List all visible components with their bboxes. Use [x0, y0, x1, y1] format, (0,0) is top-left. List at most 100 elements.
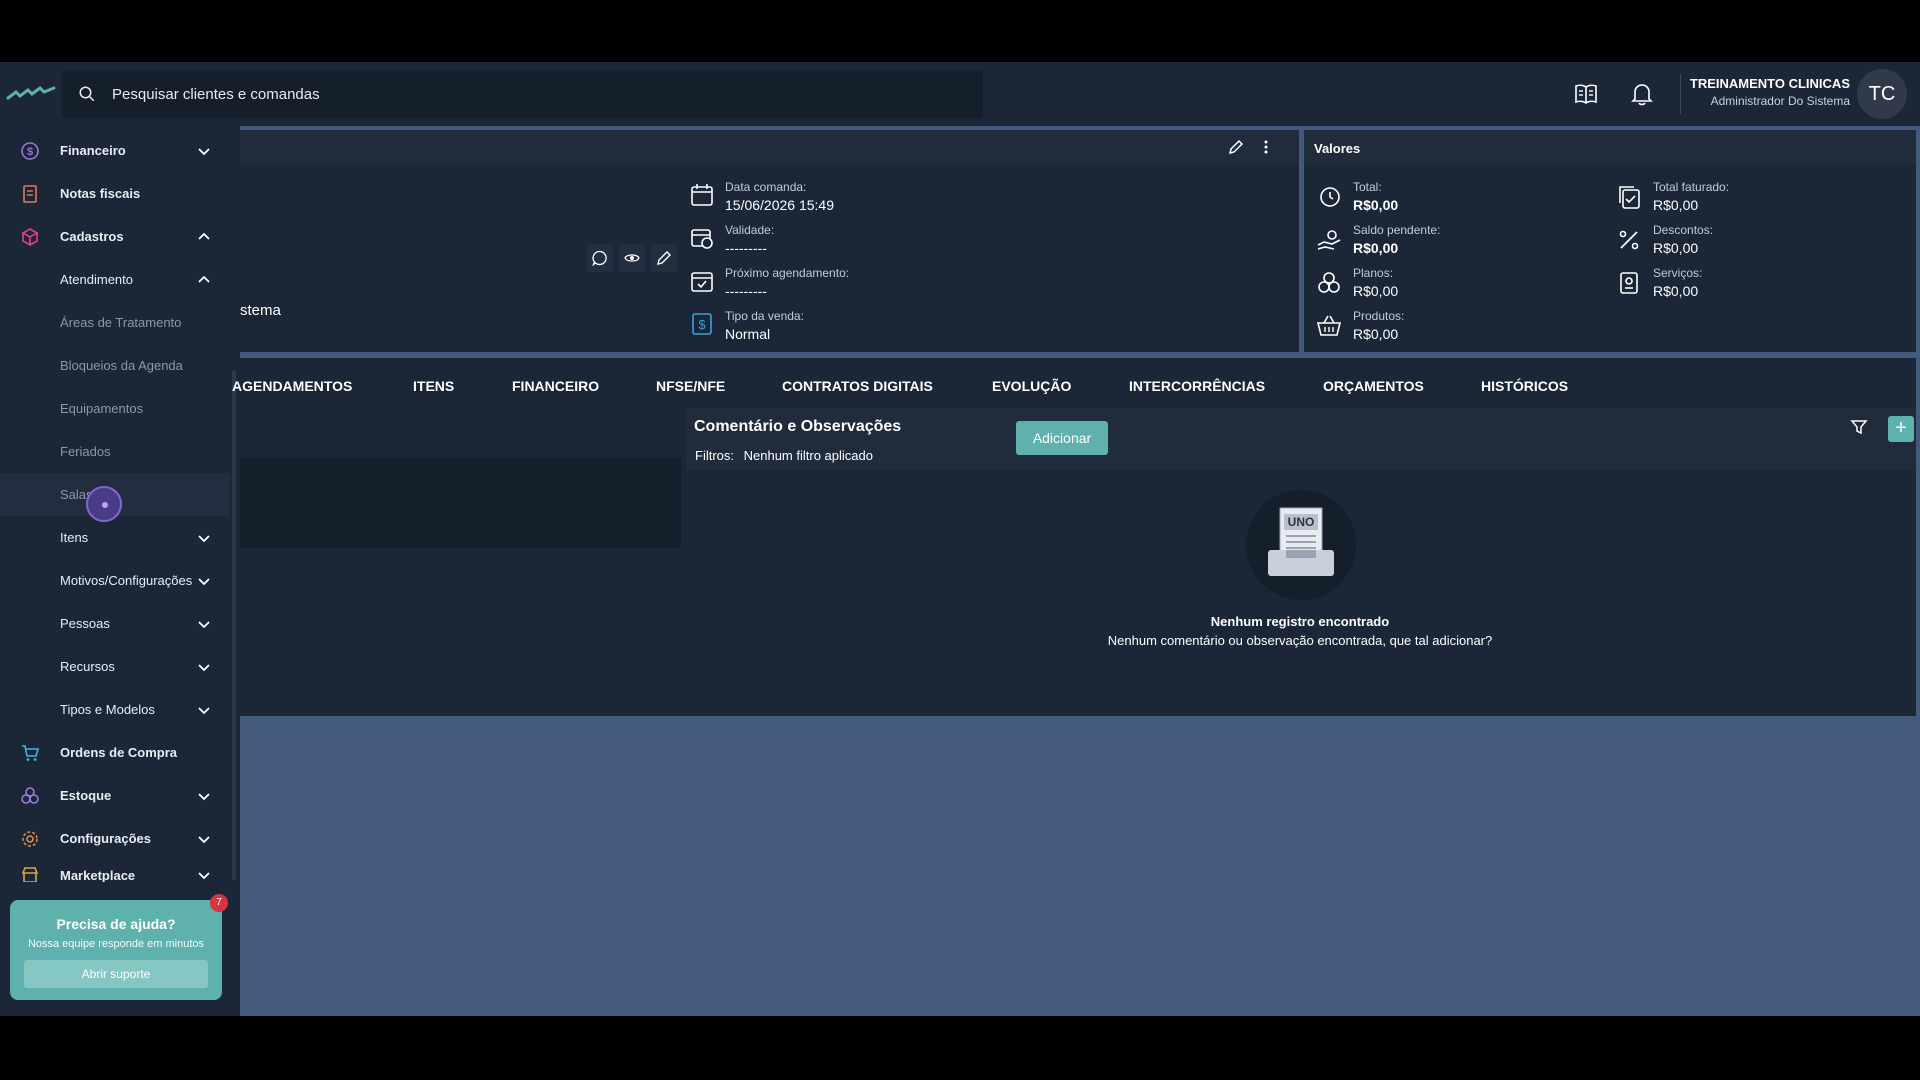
valores-title: Valores	[1314, 141, 1361, 156]
percent-icon	[1619, 230, 1639, 250]
bell-icon	[1631, 84, 1653, 106]
empty-state-subtitle: Nenhum comentário ou observação encontra…	[1107, 633, 1493, 648]
help-title: Precisa de ajuda?	[56, 916, 176, 932]
empty-logo-text: UNO	[1284, 514, 1318, 530]
sidebar-scrollbar-thumb[interactable]	[232, 370, 236, 880]
tab-financeiro[interactable]: FINANCEIRO	[512, 378, 599, 394]
dollar-doc-icon: $	[692, 313, 712, 335]
sidebar-item-label: Notas fiscais	[60, 186, 141, 201]
sidebar-item-label: Marketplace	[60, 868, 136, 882]
tab-agendamentos[interactable]: AGENDAMENTOS	[232, 378, 352, 394]
app-logo[interactable]	[6, 84, 56, 104]
tab-itens[interactable]: ITENS	[413, 378, 454, 394]
sidebar-item-feriados[interactable]: Feriados	[0, 430, 230, 473]
produtos-label: Produtos:	[1353, 309, 1405, 323]
sidebar-item-label: Tipos e Modelos	[60, 702, 155, 717]
total-value: R$0,00	[1353, 197, 1399, 213]
sidebar-item-marketplace[interactable]: Marketplace	[0, 860, 230, 882]
tab-contratos-digitais[interactable]: CONTRATOS DIGITAIS	[782, 378, 933, 394]
manual-book-button[interactable]	[1566, 74, 1606, 114]
total-faturado-label: Total faturado:	[1653, 180, 1730, 194]
plans-icon	[1318, 272, 1340, 293]
sidebar-item-label: Feriados	[60, 444, 111, 459]
valores-panel: Valores Total: R$0,00 Saldo pendente: R$…	[1304, 130, 1916, 352]
sidebar-item-label: Estoque	[60, 788, 112, 803]
pencil-icon[interactable]	[1228, 139, 1244, 155]
saldo-pendente-value: R$0,00	[1353, 240, 1399, 256]
search-bar[interactable]	[62, 70, 983, 118]
user-name: TREINAMENTO CLINICAS	[1689, 76, 1850, 91]
more-vertical-icon[interactable]	[1263, 139, 1269, 155]
adicionar-button[interactable]: Adicionar	[1016, 421, 1108, 455]
chevron-down-icon	[198, 535, 210, 543]
help-widget: Precisa de ajuda? Nossa equipe responde …	[10, 894, 228, 1000]
user-role: Administrador Do Sistema	[1710, 94, 1850, 108]
svg-text:$: $	[698, 317, 706, 332]
tab-evolucao[interactable]: EVOLUÇÃO	[992, 378, 1071, 394]
produtos-value: R$0,00	[1353, 326, 1399, 342]
whatsapp-button[interactable]	[586, 244, 614, 272]
chevron-down-icon	[198, 793, 210, 801]
sidebar-item-pessoas[interactable]: Pessoas	[0, 602, 230, 645]
stock-icon	[21, 787, 39, 804]
view-button[interactable]	[618, 244, 646, 272]
book-icon	[1575, 84, 1597, 104]
sidebar-item-label: Cadastros	[60, 229, 124, 244]
sidebar-item-label: Equipamentos	[60, 401, 144, 416]
sidebar-item-financeiro[interactable]: $ Financeiro	[0, 129, 230, 172]
filter-icon[interactable]	[1850, 418, 1868, 436]
tab-orcamentos[interactable]: ORÇAMENTOS	[1323, 378, 1424, 394]
sidebar-item-bloqueios-agenda[interactable]: Bloqueios da Agenda	[0, 344, 230, 387]
tabs-panel: AGENDAMENTOS ITENS FINANCEIRO NFSE/NFE C…	[232, 358, 1916, 716]
receipt-icon	[23, 185, 37, 203]
comanda-panel: stema Data comanda: 15/06/2026 15:49 Val…	[240, 130, 1299, 352]
proximo-agendamento-value: ---------	[725, 283, 767, 299]
saldo-pendente-label: Saldo pendente:	[1353, 223, 1441, 237]
sidebar-item-cadastros[interactable]: Cadastros	[0, 215, 230, 258]
sidebar-item-label: Atendimento	[60, 272, 133, 287]
planos-label: Planos:	[1353, 266, 1394, 280]
proximo-agendamento-label: Próximo agendamento:	[725, 266, 850, 280]
sidebar-item-recursos[interactable]: Recursos	[0, 645, 230, 688]
valores-panel-header: Valores	[1304, 130, 1916, 164]
calendar-check-icon	[691, 272, 713, 292]
sidebar-scrollbar[interactable]	[230, 126, 240, 1016]
sidebar-item-label: Áreas de Tratamento	[60, 315, 182, 330]
notifications-button[interactable]	[1622, 74, 1662, 114]
sidebar-item-equipamentos[interactable]: Equipamentos	[0, 387, 230, 430]
total-clock-icon	[1320, 187, 1340, 207]
sidebar-item-estoque[interactable]: Estoque	[0, 774, 230, 817]
pencil-icon	[657, 251, 671, 265]
servicos-value: R$0,00	[1653, 283, 1699, 299]
sidebar-item-atendimento[interactable]: Atendimento	[0, 258, 230, 301]
tipo-venda-value: Normal	[725, 326, 771, 342]
sidebar-item-label: Configurações	[60, 831, 152, 846]
sidebar-item-salas[interactable]: Salas	[0, 473, 230, 522]
top-divider	[1680, 74, 1681, 114]
sidebar: $ Financeiro Notas fiscais Cadastros Ate…	[0, 126, 240, 1016]
sidebar-item-notas-fiscais[interactable]: Notas fiscais	[0, 172, 230, 215]
sidebar-item-itens[interactable]: Itens	[0, 516, 230, 559]
filters-value: Nenhum filtro aplicado	[743, 448, 873, 463]
edit-client-button[interactable]	[650, 244, 678, 272]
chevron-down-icon	[198, 621, 210, 629]
sidebar-item-configuracoes[interactable]: Configurações	[0, 817, 230, 860]
cart-icon	[22, 745, 40, 761]
open-support-button[interactable]: Abrir suporte	[24, 960, 208, 988]
data-comanda-value: 15/06/2026 15:49	[725, 197, 834, 213]
tab-intercorrencias[interactable]: INTERCORRÊNCIAS	[1129, 378, 1265, 394]
tab-historicos[interactable]: HISTÓRICOS	[1481, 378, 1568, 394]
help-subtitle: Nossa equipe responde em minutos	[27, 938, 205, 950]
add-comment-button[interactable]: +	[1888, 416, 1914, 442]
comanda-panel-header	[240, 130, 1299, 164]
tab-nfse-nfe[interactable]: NFSE/NFE	[656, 378, 725, 394]
sidebar-item-ordens-compra[interactable]: Ordens de Compra	[0, 731, 230, 774]
search-input[interactable]	[112, 70, 972, 118]
validade-label: Validade:	[725, 223, 775, 237]
sidebar-item-tipos-modelos[interactable]: Tipos e Modelos	[0, 688, 230, 731]
chevron-up-icon	[198, 275, 210, 283]
comments-title: Comentário e Observações	[694, 418, 902, 435]
sidebar-item-motivos-configuracoes[interactable]: Motivos/Configurações	[0, 559, 230, 602]
sidebar-item-areas-tratamento[interactable]: Áreas de Tratamento	[0, 301, 230, 344]
avatar[interactable]: TC	[1857, 69, 1907, 119]
